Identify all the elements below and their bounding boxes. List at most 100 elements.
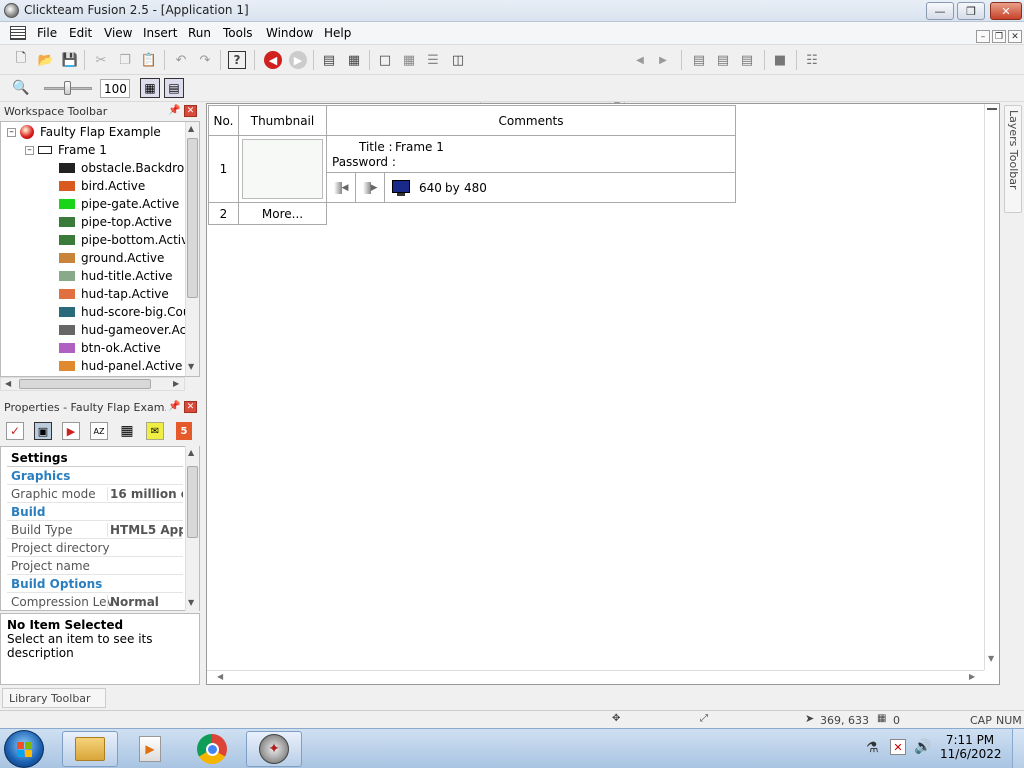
html5-tab-icon[interactable]: 5 xyxy=(176,422,192,440)
properties-vscroll-thumb[interactable] xyxy=(187,466,198,538)
undo-icon[interactable]: ↶ xyxy=(172,51,190,69)
tree-object-item[interactable]: hud-score-big.Cour xyxy=(59,303,195,321)
action-center-icon[interactable]: ✕ xyxy=(890,739,906,755)
transition-out-icon[interactable]: ▶ xyxy=(356,173,385,202)
event-editor-icon[interactable]: ▦ xyxy=(400,51,418,69)
menu-insert[interactable]: Insert xyxy=(143,26,177,40)
row1-comments[interactable]: Title : Frame 1 Password : xyxy=(326,135,736,173)
scroll-right-icon[interactable]: ▶ xyxy=(969,672,975,681)
events-tab-icon[interactable]: ✉ xyxy=(146,422,164,440)
scroll-down-icon[interactable]: ▼ xyxy=(188,362,194,371)
about-tab-icon[interactable]: AZ xyxy=(90,422,108,440)
stop-icon[interactable]: ■ xyxy=(771,51,789,69)
property-value[interactable]: 16 million col xyxy=(107,487,183,501)
tree-object-item[interactable]: hud-gameover.Acti xyxy=(59,321,194,339)
layers-toolbar-tab[interactable]: Layers Toolbar xyxy=(1004,105,1022,213)
scroll-down-icon[interactable]: ▼ xyxy=(988,654,994,663)
frame-editor-icon[interactable]: □ xyxy=(376,51,394,69)
library-toolbar-tab[interactable]: Library Toolbar xyxy=(2,688,106,708)
doc-menu-icon[interactable] xyxy=(10,26,26,40)
transition-in-icon[interactable]: ◀ xyxy=(327,173,356,202)
zoom-input[interactable]: 100 xyxy=(100,79,130,98)
title-value[interactable]: Frame 1 xyxy=(395,140,444,154)
paste-icon[interactable]: 📋 xyxy=(140,51,158,69)
tree-vscroll[interactable]: ▲ ▼ xyxy=(185,122,199,376)
tree-object-item[interactable]: bird.Active xyxy=(59,177,145,195)
settings-tab-icon[interactable]: ✓ xyxy=(6,422,24,440)
close-button[interactable]: ✕ xyxy=(990,2,1022,20)
mdi-minimize-button[interactable]: – xyxy=(976,30,990,43)
collapse-icon[interactable]: – xyxy=(25,145,34,155)
row1-thumbnail-cell[interactable] xyxy=(238,135,327,203)
list-editor-icon[interactable]: ☰ xyxy=(424,51,442,69)
menu-window[interactable]: Window xyxy=(266,26,313,40)
scroll-left-icon[interactable]: ◀ xyxy=(5,379,11,388)
menu-view[interactable]: View xyxy=(104,26,132,40)
restore-button[interactable]: ❐ xyxy=(957,2,985,20)
zoom-slider-thumb[interactable] xyxy=(64,81,71,95)
order-icon[interactable]: ▤ xyxy=(738,51,756,69)
properties-close-icon[interactable]: ✕ xyxy=(184,401,197,413)
scroll-right-icon[interactable]: ▶ xyxy=(654,51,672,69)
new-file-icon[interactable]: 🗋 xyxy=(12,51,30,69)
data-elements-icon[interactable]: ◫ xyxy=(449,51,467,69)
redo-icon[interactable]: ↷ xyxy=(196,51,214,69)
property-row[interactable]: Project name xyxy=(7,557,183,575)
runtime-tab-icon[interactable]: ▶ xyxy=(62,422,80,440)
taskbar-explorer[interactable] xyxy=(62,731,118,767)
scroll-down-icon[interactable]: ▼ xyxy=(188,598,194,607)
main-hscroll[interactable]: ◀ ▶ xyxy=(207,670,984,684)
tree-hscroll-thumb[interactable] xyxy=(19,379,151,389)
more-button[interactable]: More... xyxy=(238,202,327,225)
menu-help[interactable]: Help xyxy=(324,26,351,40)
properties-vscroll[interactable]: ▲ ▼ xyxy=(185,446,199,611)
settings-icon[interactable]: ☷ xyxy=(803,51,821,69)
property-value[interactable]: Normal xyxy=(107,595,183,609)
property-row[interactable]: Graphic mode 16 million col xyxy=(7,485,183,503)
tree-object-item[interactable]: ground.Active xyxy=(59,249,164,267)
volume-icon[interactable]: 🔊 xyxy=(914,739,931,755)
tree-object-item[interactable]: obstacle.Backdrop xyxy=(59,159,192,177)
pin-icon[interactable]: 📌 xyxy=(168,401,180,412)
frame-width[interactable]: 640 xyxy=(419,181,442,195)
clock[interactable]: 7:11 PM 11/6/2022 xyxy=(940,733,1002,761)
scroll-left-icon[interactable]: ◀ xyxy=(631,51,649,69)
tree-vscroll-thumb[interactable] xyxy=(187,138,198,298)
property-row[interactable]: Compression Lev Normal xyxy=(7,593,183,610)
scroll-up-icon[interactable]: ▲ xyxy=(188,124,194,133)
tree-object-item[interactable]: pipe-bottom.Active xyxy=(59,231,196,249)
storyboard-editor-icon[interactable]: ▤ xyxy=(320,51,338,69)
cut-icon[interactable]: ✂ xyxy=(92,51,110,69)
menu-file[interactable]: File xyxy=(37,26,57,40)
zoom-icon[interactable]: 🔍 xyxy=(12,80,29,96)
mdi-restore-button[interactable]: ❐ xyxy=(992,30,1006,43)
copy-icon[interactable]: ❐ xyxy=(116,51,134,69)
scroll-left-icon[interactable]: ◀ xyxy=(217,672,223,681)
window-tab-icon[interactable]: ▣ xyxy=(34,422,52,440)
minimize-button[interactable]: — xyxy=(926,2,954,20)
values-tab-icon[interactable]: ▦ xyxy=(118,422,136,440)
scroll-right-icon[interactable]: ▶ xyxy=(173,379,179,388)
pin-icon[interactable]: 📌 xyxy=(168,105,180,116)
property-row[interactable]: Project directory xyxy=(7,539,183,557)
view-grid-icon[interactable]: ▦ xyxy=(140,78,160,98)
show-desktop-button[interactable] xyxy=(1012,729,1024,768)
start-button[interactable] xyxy=(4,730,44,768)
mdi-close-button[interactable]: ✕ xyxy=(1008,30,1022,43)
tree-object-item[interactable]: hud-title.Active xyxy=(59,267,173,285)
property-row[interactable]: Build Type HTML5 Appli xyxy=(7,521,183,539)
next-frame-icon[interactable]: ▶ xyxy=(289,51,307,69)
tree-hscroll[interactable]: ◀ ▶ xyxy=(0,377,185,391)
tree-root[interactable]: – Faulty Flap Example xyxy=(7,123,161,141)
view-list-icon[interactable]: ▤ xyxy=(164,78,184,98)
tree-object-item[interactable]: pipe-top.Active xyxy=(59,213,172,231)
menu-edit[interactable]: Edit xyxy=(69,26,92,40)
tree-object-item[interactable]: hud-tap.Active xyxy=(59,285,169,303)
tree-object-item[interactable]: hud-panel.Active xyxy=(59,357,182,375)
main-vscroll[interactable]: ▼ xyxy=(984,104,999,670)
monitor-icon[interactable] xyxy=(392,180,410,193)
previous-frame-icon[interactable]: ◀ xyxy=(264,51,282,69)
menu-tools[interactable]: Tools xyxy=(223,26,253,40)
property-value[interactable]: HTML5 Appli xyxy=(107,523,183,537)
network-tray-icon[interactable]: ⚗ xyxy=(866,740,879,756)
